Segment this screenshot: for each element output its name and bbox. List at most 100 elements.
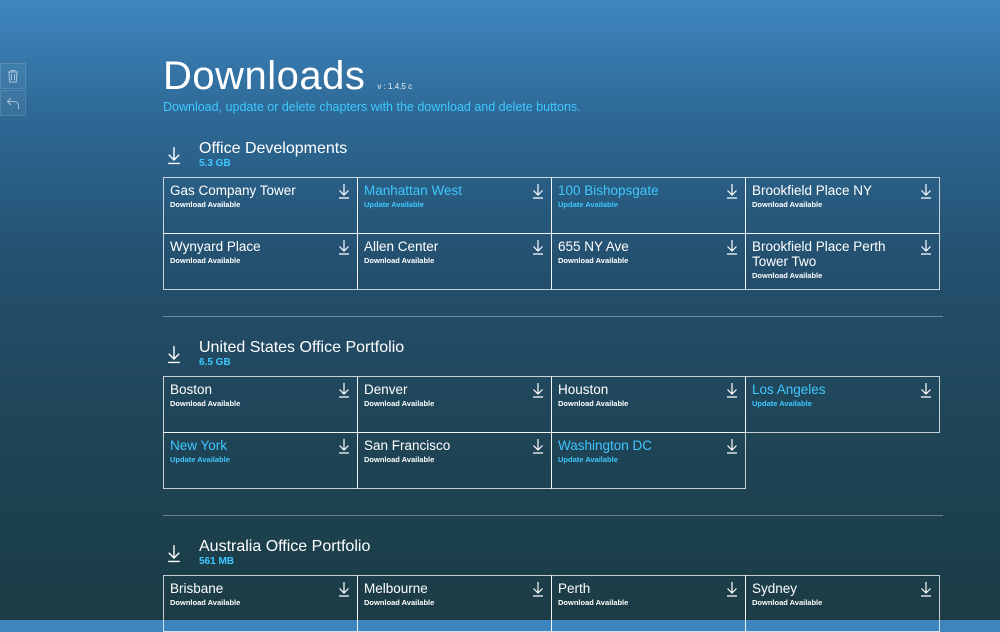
undo-button[interactable] xyxy=(0,90,26,116)
chapter-status: Download Available xyxy=(364,598,435,607)
chapter-tile[interactable]: Denver Download Available xyxy=(357,376,552,433)
download-icon xyxy=(168,346,180,364)
download-icon xyxy=(921,184,931,199)
section-download-button[interactable] xyxy=(167,544,181,563)
delete-button[interactable] xyxy=(0,63,26,89)
chapter-status: Download Available xyxy=(170,598,241,607)
download-icon xyxy=(921,582,931,597)
download-icon xyxy=(339,240,349,255)
chapter-status: Download Available xyxy=(558,399,629,408)
chapter-tile[interactable]: Manhattan West Update Available xyxy=(357,177,552,234)
chapter-tile[interactable]: Allen Center Download Available xyxy=(357,233,552,290)
chapter-name: Houston xyxy=(558,382,609,397)
chapter-status: Download Available xyxy=(364,399,435,408)
chapter-tile[interactable]: Brookfield Place Perth Tower Two Download… xyxy=(745,233,940,290)
section-header: Australia Office Portfolio 561 MB xyxy=(163,538,942,572)
chapter-tile[interactable]: New York Update Available xyxy=(163,432,358,489)
chapter-tile[interactable]: Boston Download Available xyxy=(163,376,358,433)
download-icon xyxy=(533,439,543,454)
chapter-tile[interactable]: Houston Download Available xyxy=(551,376,746,433)
chapter-download-button[interactable] xyxy=(532,183,544,199)
chapter-name: 100 Bishopsgate xyxy=(558,183,659,198)
download-icon xyxy=(339,383,349,398)
section-australia-office-portfolio: Australia Office Portfolio 561 MB Brisbane… xyxy=(163,538,942,632)
chapter-name: San Francisco xyxy=(364,438,451,453)
page-title: Downloads xyxy=(163,54,366,98)
chapter-name: Melbourne xyxy=(364,581,428,596)
chapter-download-button[interactable] xyxy=(532,581,544,597)
download-icon xyxy=(533,240,543,255)
chapter-tile[interactable]: Brisbane Download Available xyxy=(163,575,358,632)
chapter-download-button[interactable] xyxy=(338,581,350,597)
chapter-status: Download Available xyxy=(558,256,629,265)
chapter-name: Washington DC xyxy=(558,438,653,453)
chapter-status: Download Available xyxy=(364,256,435,265)
chapter-tile[interactable]: Gas Company Tower Download Available xyxy=(163,177,358,234)
chapter-download-button[interactable] xyxy=(532,239,544,255)
chapter-download-button[interactable] xyxy=(338,438,350,454)
download-icon xyxy=(727,184,737,199)
chapter-status: Download Available xyxy=(170,399,241,408)
undo-icon xyxy=(6,97,20,109)
chapter-status: Download Available xyxy=(752,598,823,607)
download-icon xyxy=(727,240,737,255)
section-size: 561 MB xyxy=(199,556,235,567)
chapter-download-button[interactable] xyxy=(338,239,350,255)
chapter-download-button[interactable] xyxy=(920,183,932,199)
chapter-tile[interactable]: 655 NY Ave Download Available xyxy=(551,233,746,290)
chapter-tile[interactable]: Los Angeles Update Available xyxy=(745,376,940,433)
chapter-tile[interactable]: 100 Bishopsgate Update Available xyxy=(551,177,746,234)
chapter-tile[interactable]: Brookfield Place NY Download Available xyxy=(745,177,940,234)
chapter-tile[interactable]: Washington DC Update Available xyxy=(551,432,746,489)
chapter-download-button[interactable] xyxy=(338,183,350,199)
section-download-button[interactable] xyxy=(167,345,181,364)
chapter-download-button[interactable] xyxy=(726,239,738,255)
download-icon xyxy=(533,184,543,199)
chapter-tile[interactable]: Wynyard Place Download Available xyxy=(163,233,358,290)
section-header: United States Office Portfolio 6.5 GB xyxy=(163,339,942,373)
download-icon xyxy=(727,383,737,398)
chapter-download-button[interactable] xyxy=(726,183,738,199)
download-icon xyxy=(168,147,180,165)
chapter-name: Los Angeles xyxy=(752,382,826,397)
chapter-tile[interactable]: San Francisco Download Available xyxy=(357,432,552,489)
chapter-download-button[interactable] xyxy=(726,382,738,398)
trash-icon xyxy=(8,70,18,83)
download-icon xyxy=(727,582,737,597)
chapter-status: Download Available xyxy=(170,200,241,209)
chapter-name: Sydney xyxy=(752,581,798,596)
chapter-status: Update Available xyxy=(752,399,812,408)
section-title: Office Developments xyxy=(199,140,348,157)
download-icon xyxy=(727,439,737,454)
chapter-download-button[interactable] xyxy=(726,581,738,597)
chapter-download-button[interactable] xyxy=(920,382,932,398)
download-icon xyxy=(921,383,931,398)
chapter-download-button[interactable] xyxy=(532,382,544,398)
section-size: 5.3 GB xyxy=(199,158,231,169)
chapter-status: Download Available xyxy=(364,455,435,464)
chapter-tile[interactable]: Perth Download Available xyxy=(551,575,746,632)
section-united-states-office-portfolio: United States Office Portfolio 6.5 GB Bost… xyxy=(163,339,942,489)
chapter-tile[interactable]: Sydney Download Available xyxy=(745,575,940,632)
section-download-button[interactable] xyxy=(167,146,181,165)
chapter-status: Update Available xyxy=(364,200,424,209)
chapter-name: Wynyard Place xyxy=(170,239,261,254)
download-icon xyxy=(339,184,349,199)
page-subtitle: Download, update or delete chapters with… xyxy=(163,100,581,114)
chapter-download-button[interactable] xyxy=(920,581,932,597)
section-size: 6.5 GB xyxy=(199,357,231,368)
page-header: Downloads v : 1.4.5 c Download, update o… xyxy=(163,52,943,114)
chapter-name: Perth xyxy=(558,581,591,596)
chapter-tile[interactable]: Melbourne Download Available xyxy=(357,575,552,632)
section-header: Office Developments 5.3 GB xyxy=(163,140,942,174)
chapter-download-button[interactable] xyxy=(338,382,350,398)
chapter-download-button[interactable] xyxy=(532,438,544,454)
chapter-download-button[interactable] xyxy=(920,239,932,255)
chapter-name: Brisbane xyxy=(170,581,224,596)
chapter-download-button[interactable] xyxy=(726,438,738,454)
download-icon xyxy=(533,383,543,398)
chapter-name: Boston xyxy=(170,382,213,397)
download-icon xyxy=(339,582,349,597)
download-icon xyxy=(339,439,349,454)
section-title: Australia Office Portfolio xyxy=(199,538,371,555)
